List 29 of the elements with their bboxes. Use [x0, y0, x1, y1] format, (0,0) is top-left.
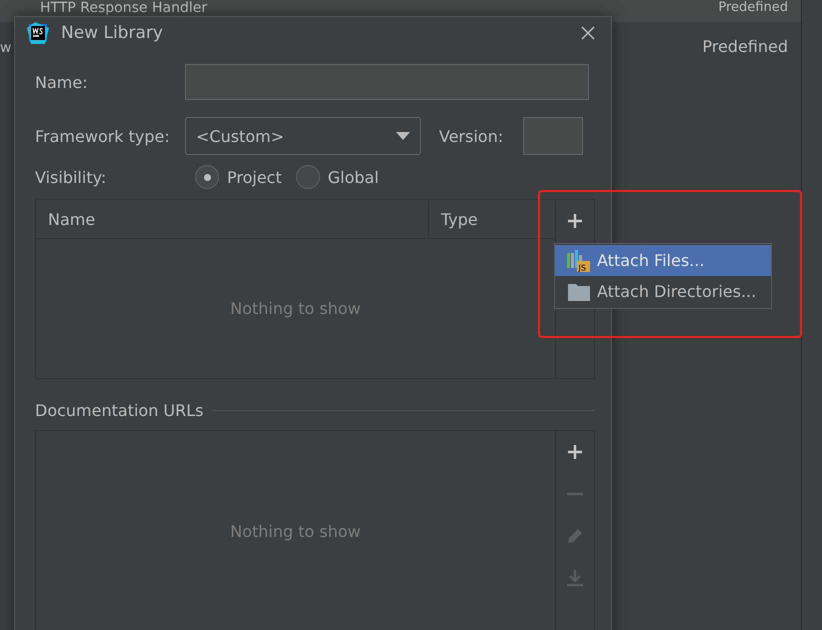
folder-icon [567, 282, 591, 302]
visibility-label: Visibility: [35, 168, 108, 186]
add-icon [567, 444, 583, 460]
list-item-type: Predefined [702, 37, 788, 56]
empty-message: Nothing to show [230, 522, 361, 540]
section-title: Documentation URLs [35, 401, 204, 420]
download-icon [566, 569, 584, 587]
menu-item[interactable]: JS Attach Files... [555, 245, 771, 276]
list-item-name: HTTP Response Handler [40, 0, 208, 16]
name-label: Name: [35, 72, 89, 92]
column-header[interactable]: Type [429, 200, 478, 238]
empty-message: Nothing to show [230, 299, 361, 318]
caret-icon [396, 132, 410, 140]
name-field[interactable] [185, 64, 589, 100]
radio-button[interactable]: Global [296, 165, 379, 189]
close-icon [581, 26, 595, 40]
framework-type-dropdown[interactable]: <Custom> [185, 117, 421, 155]
version-label: Version: [439, 126, 504, 146]
dialog-title: New Library [61, 23, 164, 43]
app-logo-icon [27, 22, 49, 44]
pencil-icon [565, 526, 585, 546]
radio-button[interactable]: Project [195, 165, 282, 189]
column-header[interactable]: Name [36, 200, 429, 238]
version-field[interactable] [523, 117, 583, 155]
list-item-name: w [0, 40, 12, 56]
framework-type-label: Framework type: [35, 126, 171, 146]
list-item-type: Predefined [718, 0, 788, 15]
menu-item[interactable]: Attach Directories... [555, 276, 771, 307]
add-icon [567, 213, 583, 229]
